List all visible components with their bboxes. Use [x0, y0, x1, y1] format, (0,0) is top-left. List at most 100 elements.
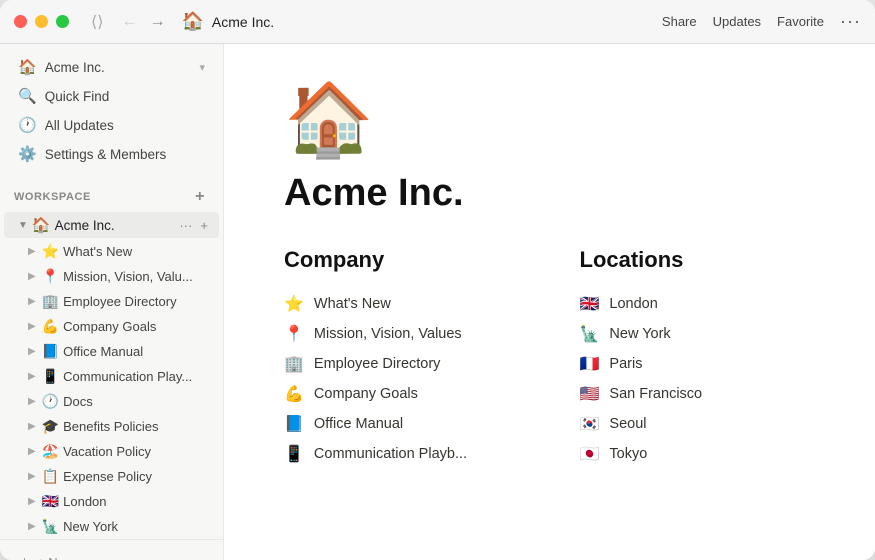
sidebar-item-company-goals[interactable]: ▶ 💪 Company Goals: [4, 314, 219, 339]
link-communication-playbook[interactable]: 📱 Communication Playb...: [284, 439, 520, 469]
vacation-icon: 🏖️: [42, 443, 59, 460]
sidebar-item-vacation-policy[interactable]: ▶ 🏖️ Vacation Policy: [4, 439, 219, 464]
forward-button[interactable]: →: [145, 11, 169, 33]
benefits-icon: 🎓: [42, 418, 59, 435]
favorite-button[interactable]: Favorite: [777, 14, 824, 29]
whats-new-link-icon: ⭐: [284, 294, 304, 314]
sidebar-item-settings[interactable]: ⚙️ Settings & Members: [4, 140, 219, 168]
link-new-york[interactable]: 🗽 New York: [580, 319, 816, 349]
office-manual-label: Office Manual: [63, 344, 211, 359]
seoul-link-icon: 🇰🇷: [580, 414, 600, 434]
sidebar-item-communication[interactable]: ▶ 📱 Communication Play...: [4, 364, 219, 389]
sidebar-item-employee-directory[interactable]: ▶ 🏢 Employee Directory: [4, 289, 219, 314]
tokyo-link-text: Tokyo: [609, 446, 647, 462]
new-york-link-icon: 🗽: [580, 324, 600, 344]
link-london[interactable]: 🇬🇧 London: [580, 289, 816, 319]
sidebar-item-benefits[interactable]: ▶ 🎓 Benefits Policies: [4, 414, 219, 439]
company-column-title: Company: [284, 247, 520, 273]
link-paris[interactable]: 🇫🇷 Paris: [580, 349, 816, 379]
communication-label: Communication Play...: [63, 369, 211, 384]
workspace-header-label: WORKSPACE: [14, 191, 91, 203]
maximize-button[interactable]: [56, 15, 69, 28]
tree-chevron-icon: ▶: [28, 271, 36, 282]
communication-link-icon: 📱: [284, 444, 304, 464]
new-york-icon: 🗽: [42, 518, 59, 535]
root-workspace-label: Acme Inc.: [55, 218, 173, 233]
workspace-options-button[interactable]: ···: [176, 217, 195, 234]
sidebar-tree: ▶ ⭐ What's New ▶ 📍 Mission, Vision, Valu…: [0, 239, 223, 539]
london-icon: 🇬🇧: [42, 493, 59, 510]
seoul-link-text: Seoul: [609, 416, 646, 432]
link-employee-directory[interactable]: 🏢 Employee Directory: [284, 349, 520, 379]
minimize-button[interactable]: [35, 15, 48, 28]
link-office-manual[interactable]: 📘 Office Manual: [284, 409, 520, 439]
share-button[interactable]: Share: [662, 14, 697, 29]
titlebar-actions: Share Updates Favorite ···: [662, 11, 861, 32]
office-manual-link-icon: 📘: [284, 414, 304, 434]
close-button[interactable]: [14, 15, 27, 28]
sidebar-item-expense-policy[interactable]: ▶ 📋 Expense Policy: [4, 464, 219, 489]
workspace-root-item[interactable]: ▼ 🏠 Acme Inc. ··· +: [4, 212, 219, 238]
traffic-lights: [14, 15, 69, 28]
workspace-chevron-icon: ▾: [199, 61, 205, 74]
main-body: 🏠 Acme Inc. ▾ 🔍 Quick Find 🕐 All Updates…: [0, 44, 875, 560]
page-icon-small: 🏠: [181, 11, 203, 32]
mission-icon: 📍: [42, 268, 59, 285]
docs-icon: 🕐: [42, 393, 59, 410]
london-link-icon: 🇬🇧: [580, 294, 600, 314]
tree-chevron-icon: ▶: [28, 496, 36, 507]
link-whats-new[interactable]: ⭐ What's New: [284, 289, 520, 319]
page-title: Acme Inc.: [284, 172, 815, 215]
link-company-goals[interactable]: 💪 Company Goals: [284, 379, 520, 409]
content-area: 🏠 Acme Inc. Company ⭐ What's New 📍 Missi…: [224, 44, 875, 560]
app-window: ⟨⟩ ← → 🏠 Acme Inc. Share Updates Favorit…: [0, 0, 875, 560]
titlebar-title: Acme Inc.: [212, 14, 274, 30]
sidebar-item-mission[interactable]: ▶ 📍 Mission, Vision, Valu...: [4, 264, 219, 289]
mission-label: Mission, Vision, Valu...: [63, 269, 211, 284]
sidebar-item-new-york[interactable]: ▶ 🗽 New York: [4, 514, 219, 539]
clock-icon: 🕐: [18, 116, 37, 134]
sidebar-collapse-button[interactable]: ⟨⟩: [85, 10, 109, 34]
workspace-section-header: WORKSPACE +: [0, 177, 223, 211]
sidebar-item-london[interactable]: ▶ 🇬🇧 London: [4, 489, 219, 514]
vacation-label: Vacation Policy: [63, 444, 211, 459]
new-page-button[interactable]: ＋ + New page: [4, 548, 219, 560]
workspace-add-button[interactable]: +: [191, 187, 209, 207]
whats-new-icon: ⭐: [42, 243, 59, 260]
link-tokyo[interactable]: 🇯🇵 Tokyo: [580, 439, 816, 469]
sidebar-item-office-manual[interactable]: ▶ 📘 Office Manual: [4, 339, 219, 364]
expense-label: Expense Policy: [63, 469, 211, 484]
new-page-icon: ＋: [18, 553, 31, 560]
sidebar-item-quick-find[interactable]: 🔍 Quick Find: [4, 82, 219, 110]
whats-new-label: What's New: [63, 244, 211, 259]
gear-icon: ⚙️: [18, 145, 37, 163]
back-button[interactable]: ←: [117, 11, 141, 33]
workspace-add-page-button[interactable]: +: [197, 217, 211, 234]
employee-directory-icon: 🏢: [42, 293, 59, 310]
nav-arrows: ← →: [117, 11, 169, 33]
link-seoul[interactable]: 🇰🇷 Seoul: [580, 409, 816, 439]
tree-chevron-icon: ▶: [28, 471, 36, 482]
updates-button[interactable]: Updates: [713, 14, 761, 29]
sidebar-workspace-name[interactable]: 🏠 Acme Inc. ▾: [4, 53, 219, 81]
new-page-label: + New page: [37, 555, 107, 560]
whats-new-link-text: What's New: [314, 296, 391, 312]
sidebar-item-docs[interactable]: ▶ 🕐 Docs: [4, 389, 219, 414]
tree-chevron-icon: ▶: [28, 446, 36, 457]
root-workspace-icon: 🏠: [32, 216, 51, 234]
link-mission[interactable]: 📍 Mission, Vision, Values: [284, 319, 520, 349]
titlebar: ⟨⟩ ← → 🏠 Acme Inc. Share Updates Favorit…: [0, 0, 875, 44]
workspace-icon: 🏠: [18, 58, 37, 76]
sidebar-item-whats-new[interactable]: ▶ ⭐ What's New: [4, 239, 219, 264]
company-column: Company ⭐ What's New 📍 Mission, Vision, …: [284, 247, 520, 469]
sidebar-item-all-updates[interactable]: 🕐 All Updates: [4, 111, 219, 139]
more-button[interactable]: ···: [840, 11, 861, 32]
link-san-francisco[interactable]: 🇺🇸 San Francisco: [580, 379, 816, 409]
company-goals-icon: 💪: [42, 318, 59, 335]
mission-link-text: Mission, Vision, Values: [314, 326, 462, 342]
employee-directory-link-text: Employee Directory: [314, 356, 441, 372]
expense-icon: 📋: [42, 468, 59, 485]
all-updates-label: All Updates: [45, 118, 205, 133]
titlebar-page-info: 🏠 Acme Inc.: [181, 11, 661, 32]
communication-link-text: Communication Playb...: [314, 446, 467, 462]
